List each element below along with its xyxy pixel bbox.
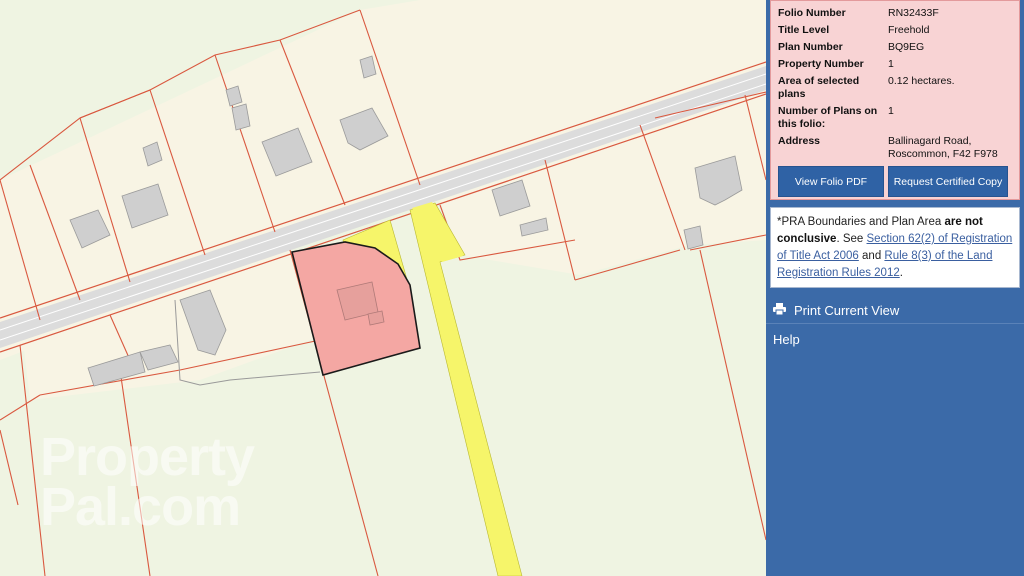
folio-row: Title Level Freehold: [778, 24, 1014, 37]
folio-row-value: 1: [888, 105, 894, 117]
request-certified-copy-button[interactable]: Request Certified Copy: [888, 166, 1008, 197]
folio-row-label: Area of selected plans: [778, 75, 860, 100]
folio-row: Area of selected plans 0.12 hectares.: [778, 75, 1014, 101]
note-end: .: [899, 267, 903, 279]
print-label: Print Current View: [794, 302, 900, 318]
folio-row-value: 1: [888, 58, 894, 70]
folio-row: Property Number 1: [778, 58, 1014, 71]
folio-info-box: Folio Number RN32433F Title Level Freeho…: [770, 0, 1020, 200]
map-canvas[interactable]: [0, 0, 766, 576]
menu-divider: [766, 323, 1024, 324]
folio-row-label: Property Number: [778, 58, 864, 70]
folio-row-label: Number of Plans on this folio:: [778, 105, 878, 130]
disclaimer-note: *PRA Boundaries and Plan Area are not co…: [770, 207, 1020, 288]
folio-row-label: Address: [778, 135, 821, 147]
folio-row: Number of Plans on this folio: 1: [778, 105, 1014, 131]
help-menu-item[interactable]: Help: [766, 325, 1024, 353]
folio-row-label: Title Level: [778, 24, 830, 36]
printer-icon: [766, 302, 794, 318]
folio-row: Plan Number BQ9EG: [778, 41, 1014, 54]
side-panel: Folio Number RN32433F Title Level Freeho…: [766, 0, 1024, 576]
view-folio-pdf-button[interactable]: View Folio PDF: [778, 166, 884, 197]
folio-details: Folio Number RN32433F Title Level Freeho…: [778, 7, 1014, 165]
folio-row: Folio Number RN32433F: [778, 7, 1014, 20]
print-current-view-menu-item[interactable]: Print Current View: [766, 296, 1024, 324]
folio-row-value: Ballinagard Road, Roscommon, F42 F978: [888, 135, 998, 160]
note-prefix: *PRA Boundaries and Plan Area: [777, 216, 945, 228]
folio-row-label: Folio Number: [778, 7, 846, 19]
note-and: and: [858, 250, 885, 262]
help-label: Help: [773, 331, 800, 347]
folio-row-value: Freehold: [888, 24, 930, 36]
folio-row-value: RN32433F: [888, 7, 939, 19]
folio-row-value: BQ9EG: [888, 41, 925, 53]
folio-row: Address Ballinagard Road, Roscommon, F42…: [778, 135, 1014, 161]
map-view[interactable]: Property Pal.com: [0, 0, 766, 576]
folio-row-value: 0.12 hectares.: [888, 75, 955, 87]
note-mid: . See: [836, 233, 867, 245]
folio-row-label: Plan Number: [778, 41, 843, 53]
